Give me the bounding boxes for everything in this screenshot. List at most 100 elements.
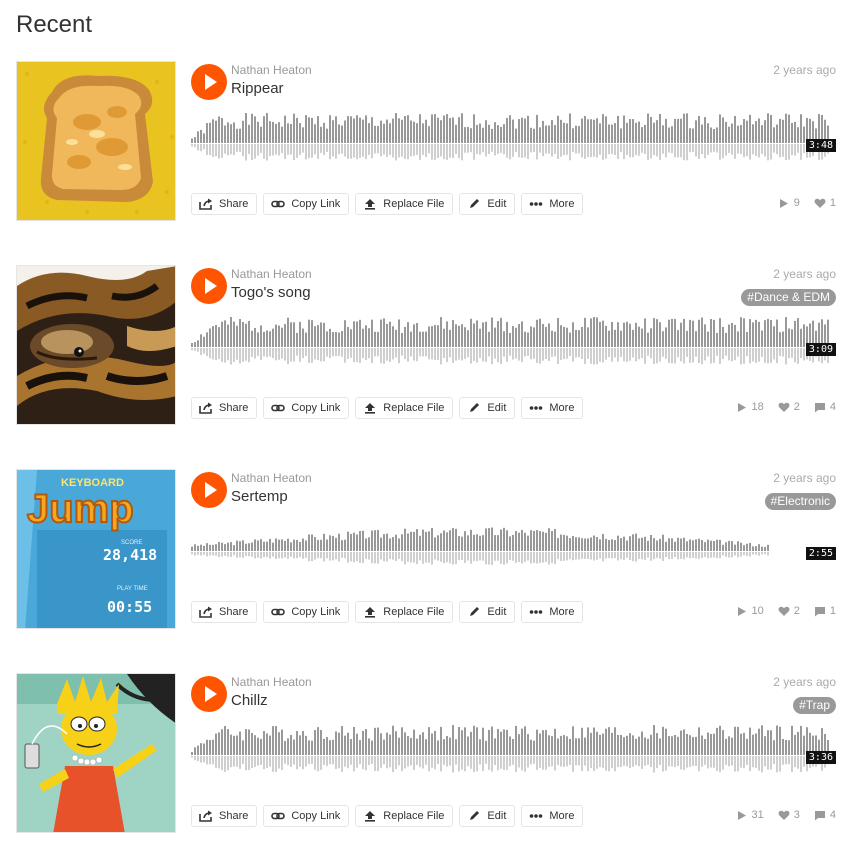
share-button[interactable]: Share <box>191 397 258 419</box>
waveform-reflection <box>350 144 352 159</box>
track-artist[interactable]: Nathan Heaton <box>231 675 312 689</box>
waveform-bar <box>689 735 691 755</box>
waveform-bar <box>353 532 355 551</box>
waveform-reflection <box>320 348 322 362</box>
replace-file-button[interactable]: Replace File <box>355 805 454 827</box>
waveform-reflection <box>374 756 376 771</box>
waveform-bar <box>587 327 589 347</box>
waveform-reflection <box>437 756 439 764</box>
waveform-bar <box>359 531 361 551</box>
copy-link-button[interactable]: Copy Link <box>263 805 350 827</box>
waveform-bar <box>335 332 337 347</box>
share-button[interactable]: Share <box>191 805 258 827</box>
genre-tag[interactable]: #Dance & EDM <box>741 289 836 306</box>
waveform-reflection <box>227 348 229 361</box>
track-artwork[interactable]: KEYBOARD Jump SCORE 28,418 PLAY TIME 00:… <box>16 469 176 629</box>
waveform-bar <box>401 332 403 347</box>
replace-file-button[interactable]: Replace File <box>355 601 454 623</box>
waveform-bar <box>200 544 202 551</box>
waveform-reflection <box>467 552 469 561</box>
share-button[interactable]: Share <box>191 601 258 623</box>
waveform-bar <box>506 729 508 755</box>
track-artwork[interactable] <box>16 673 176 833</box>
waveform[interactable] <box>191 517 836 577</box>
play-button[interactable] <box>191 64 227 100</box>
replace-file-button[interactable]: Replace File <box>355 397 454 419</box>
track-title[interactable]: Rippear <box>231 80 284 97</box>
track-title[interactable]: Togo's song <box>231 284 311 301</box>
waveform-bar <box>500 126 502 143</box>
waveform-bar <box>479 328 481 347</box>
waveform-bar <box>254 735 256 755</box>
track-artist[interactable]: Nathan Heaton <box>231 267 312 281</box>
waveform-reflection <box>305 144 307 160</box>
play-count-icon <box>736 810 748 821</box>
track-artwork[interactable] <box>16 61 176 221</box>
waveform-reflection <box>260 144 262 153</box>
track-title[interactable]: Chillz <box>231 692 268 709</box>
waveform-reflection <box>551 552 553 564</box>
waveform-reflection <box>575 348 577 358</box>
waveform-reflection <box>218 348 220 359</box>
share-button[interactable]: Share <box>191 193 258 215</box>
more-button[interactable]: More <box>521 397 584 419</box>
more-button[interactable]: More <box>521 193 584 215</box>
edit-button[interactable]: Edit <box>459 397 516 419</box>
track-artist[interactable]: Nathan Heaton <box>231 63 312 77</box>
waveform-reflection <box>680 348 682 362</box>
copy-link-button[interactable]: Copy Link <box>263 193 350 215</box>
track-artist[interactable]: Nathan Heaton <box>231 471 312 485</box>
waveform[interactable] <box>191 313 836 373</box>
waveform-bar <box>545 730 547 755</box>
edit-button[interactable]: Edit <box>459 805 516 827</box>
waveform-reflection <box>272 552 274 557</box>
waveform-bar <box>467 736 469 755</box>
play-button[interactable] <box>191 472 227 508</box>
play-count: 9 <box>793 197 800 209</box>
track-artwork[interactable] <box>16 265 176 425</box>
genre-tag[interactable]: #Trap <box>793 697 836 714</box>
track-title[interactable]: Sertemp <box>231 488 288 505</box>
waveform-bar <box>233 735 235 755</box>
toast-artwork <box>17 62 175 220</box>
waveform-bar <box>227 324 229 347</box>
waveform-reflection <box>446 552 448 563</box>
heart-icon[interactable] <box>778 606 790 617</box>
waveform-bar <box>590 537 592 551</box>
waveform-reflection <box>533 552 535 564</box>
heart-icon[interactable] <box>814 198 826 209</box>
waveform-bar <box>227 542 229 551</box>
waveform-reflection <box>269 552 271 559</box>
heart-icon[interactable] <box>778 402 790 413</box>
heart-icon[interactable] <box>778 810 790 821</box>
waveform-reflection <box>722 144 724 159</box>
waveform-bar <box>674 734 676 755</box>
waveform-reflection <box>716 552 718 559</box>
waveform[interactable] <box>191 721 836 781</box>
waveform-reflection <box>296 144 298 158</box>
genre-tag[interactable]: #Electronic <box>764 493 836 510</box>
copy-link-button[interactable]: Copy Link <box>263 601 350 623</box>
waveform-bar <box>725 542 727 551</box>
waveform-reflection <box>404 756 406 769</box>
waveform-reflection <box>320 756 322 770</box>
waveform-bar <box>302 730 304 755</box>
waveform[interactable] <box>191 109 836 169</box>
waveform-bar <box>461 536 463 551</box>
copy-link-button[interactable]: Copy Link <box>263 397 350 419</box>
waveform-reflection <box>209 552 211 556</box>
waveform-reflection <box>284 552 286 558</box>
edit-button[interactable]: Edit <box>459 601 516 623</box>
waveform-bar <box>335 537 337 551</box>
play-button[interactable] <box>191 676 227 712</box>
waveform-bar <box>656 540 658 551</box>
waveform-reflection <box>704 348 706 361</box>
edit-button[interactable]: Edit <box>459 193 516 215</box>
more-button[interactable]: More <box>521 601 584 623</box>
more-button[interactable]: More <box>521 805 584 827</box>
replace-file-button[interactable]: Replace File <box>355 193 454 215</box>
waveform-reflection <box>254 552 256 559</box>
waveform-reflection <box>689 756 691 767</box>
waveform-reflection <box>590 144 592 158</box>
play-button[interactable] <box>191 268 227 304</box>
